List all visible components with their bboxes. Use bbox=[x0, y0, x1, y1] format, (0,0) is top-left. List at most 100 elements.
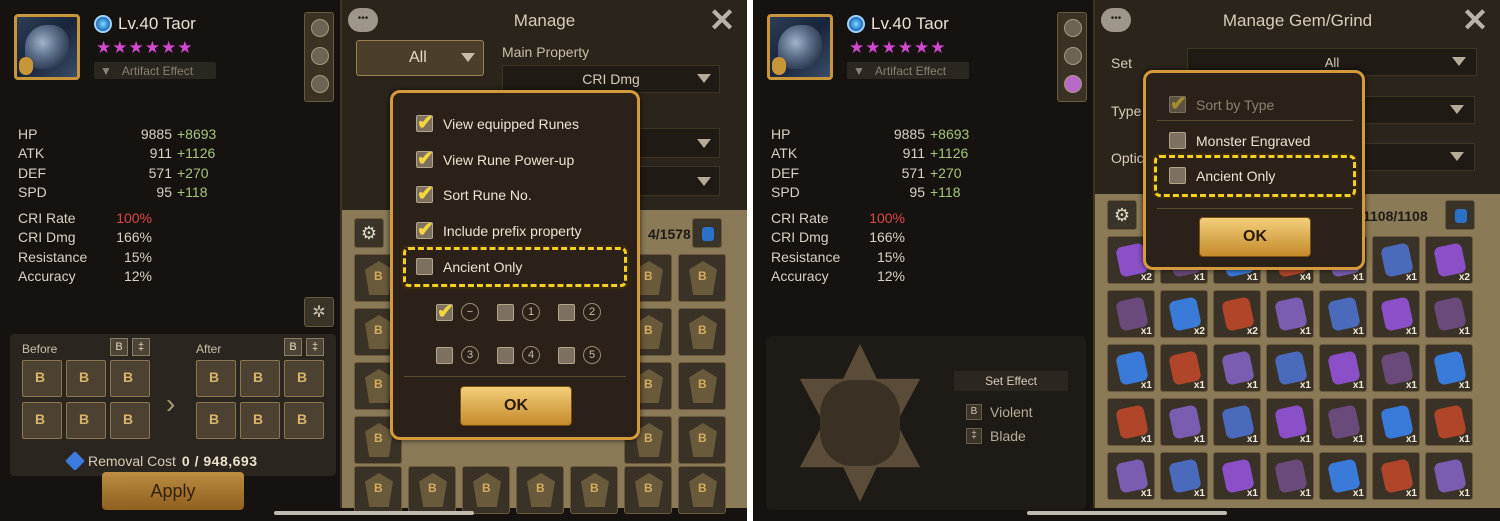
gem-tile[interactable]: x1 bbox=[1319, 398, 1367, 446]
rune-tile[interactable] bbox=[462, 466, 510, 514]
artifact-tab-icon[interactable] bbox=[311, 47, 329, 65]
rune-tab-icon[interactable] bbox=[1064, 19, 1082, 37]
artifact-tab-icon[interactable] bbox=[1064, 47, 1082, 65]
gem-tile[interactable]: x1 bbox=[1213, 452, 1261, 500]
after-rune-slot[interactable] bbox=[284, 402, 324, 439]
option-monster-engraved[interactable]: Monster Engraved bbox=[1169, 132, 1310, 149]
after-rune-slot[interactable] bbox=[240, 360, 280, 397]
checkbox[interactable] bbox=[558, 346, 575, 364]
gem-tile[interactable]: x1 bbox=[1160, 344, 1208, 392]
checkbox[interactable] bbox=[436, 299, 454, 324]
checkbox[interactable] bbox=[1169, 91, 1187, 116]
rune-filter-dropdown[interactable]: All bbox=[356, 40, 484, 76]
artifact-effect-button[interactable]: ▼ Artifact Effect bbox=[94, 62, 216, 79]
before-rune-slot[interactable] bbox=[22, 402, 62, 439]
gear-icon[interactable]: ⚙ bbox=[354, 218, 384, 248]
before-rune-slot[interactable] bbox=[66, 360, 106, 397]
rune-settings-gear-icon[interactable]: ✲ bbox=[304, 297, 334, 327]
checkbox[interactable] bbox=[497, 303, 514, 321]
before-rune-slot[interactable] bbox=[110, 360, 150, 397]
gem-tile[interactable]: x1 bbox=[1266, 398, 1314, 446]
checkbox[interactable] bbox=[1169, 132, 1186, 149]
gem-tile[interactable]: x1 bbox=[1319, 344, 1367, 392]
checkbox[interactable] bbox=[416, 258, 433, 275]
rune-tab-icon[interactable] bbox=[311, 19, 329, 37]
gem-tile[interactable]: x1 bbox=[1213, 344, 1261, 392]
rune-tile[interactable] bbox=[408, 466, 456, 514]
gem-tile[interactable]: x1 bbox=[1160, 452, 1208, 500]
close-icon[interactable]: ✕ bbox=[1459, 4, 1491, 36]
checkbox[interactable] bbox=[416, 110, 434, 135]
gem-tile[interactable]: x1 bbox=[1425, 344, 1473, 392]
chevron-down-icon: ▼ bbox=[100, 63, 112, 78]
rune-tile[interactable] bbox=[678, 362, 726, 410]
after-rune-slot[interactable] bbox=[284, 360, 324, 397]
before-rune-slot[interactable] bbox=[66, 402, 106, 439]
checkbox[interactable] bbox=[436, 346, 453, 364]
option-ancient-only[interactable]: Ancient Only bbox=[416, 258, 522, 275]
gem-tab-icon[interactable] bbox=[311, 75, 329, 93]
rune-tile[interactable] bbox=[354, 466, 402, 514]
rune-tile[interactable] bbox=[570, 466, 618, 514]
rune-tile[interactable] bbox=[678, 308, 726, 356]
gem-tab-icon[interactable] bbox=[1064, 75, 1082, 93]
option-include-prefix[interactable]: Include prefix property bbox=[416, 217, 582, 242]
bag-icon[interactable] bbox=[692, 218, 722, 248]
before-rune-slot[interactable] bbox=[22, 360, 62, 397]
gem-tile[interactable]: x1 bbox=[1213, 398, 1261, 446]
option-sort-by-type[interactable]: Sort by Type bbox=[1169, 91, 1274, 116]
monster-portrait[interactable] bbox=[14, 14, 80, 80]
option-sort-rune-no[interactable]: Sort Rune No. bbox=[416, 181, 532, 206]
option-view-equipped[interactable]: View equipped Runes bbox=[416, 110, 579, 135]
stat-bonus: +8693 bbox=[930, 125, 970, 142]
option-view-powerup[interactable]: View Rune Power-up bbox=[416, 146, 574, 171]
gem-tile[interactable]: x1 bbox=[1266, 344, 1314, 392]
gem-tile[interactable]: x1 bbox=[1160, 398, 1208, 446]
gear-icon[interactable]: ⚙ bbox=[1107, 200, 1137, 230]
rune-tile[interactable] bbox=[516, 466, 564, 514]
apply-button[interactable]: Apply bbox=[102, 472, 244, 510]
gem-tile[interactable]: x1 bbox=[1425, 290, 1473, 338]
checkbox[interactable] bbox=[416, 181, 434, 206]
after-rune-slot[interactable] bbox=[196, 360, 236, 397]
gem-tile[interactable]: x2 bbox=[1425, 236, 1473, 284]
rune-tile[interactable] bbox=[624, 466, 672, 514]
rune-tile[interactable] bbox=[678, 254, 726, 302]
checkbox[interactable] bbox=[497, 346, 514, 364]
monster-portrait[interactable] bbox=[767, 14, 833, 80]
gem-tile[interactable]: x1 bbox=[1107, 398, 1155, 446]
after-rune-slot[interactable] bbox=[196, 402, 236, 439]
checkbox[interactable] bbox=[416, 146, 434, 171]
gem-tile[interactable]: x1 bbox=[1107, 290, 1155, 338]
gem-tile[interactable]: x1 bbox=[1319, 452, 1367, 500]
gem-tile[interactable]: x2 bbox=[1160, 290, 1208, 338]
ok-button[interactable]: OK bbox=[460, 386, 572, 426]
gem-tile[interactable]: x1 bbox=[1425, 452, 1473, 500]
after-rune-slot[interactable] bbox=[240, 402, 280, 439]
gem-tile[interactable]: x2 bbox=[1213, 290, 1261, 338]
close-icon[interactable]: ✕ bbox=[706, 4, 738, 36]
checkbox[interactable] bbox=[558, 303, 575, 321]
gem-tile[interactable]: x1 bbox=[1372, 344, 1420, 392]
gem-tile[interactable]: x1 bbox=[1266, 290, 1314, 338]
rune-tile[interactable] bbox=[678, 416, 726, 464]
gem-tile[interactable]: x1 bbox=[1372, 398, 1420, 446]
gem-tile[interactable]: x1 bbox=[1372, 452, 1420, 500]
gem-tile[interactable]: x1 bbox=[1319, 290, 1367, 338]
stat-base: 571 bbox=[901, 164, 925, 181]
gem-tile[interactable]: x1 bbox=[1107, 452, 1155, 500]
rune-tile[interactable] bbox=[678, 466, 726, 514]
checkbox[interactable] bbox=[416, 217, 434, 242]
gem-tile[interactable]: x1 bbox=[1372, 290, 1420, 338]
gem-tile[interactable]: x1 bbox=[1425, 398, 1473, 446]
ok-button[interactable]: OK bbox=[1199, 217, 1311, 257]
checkbox[interactable] bbox=[1169, 167, 1186, 184]
bag-icon[interactable] bbox=[1445, 200, 1475, 230]
gem-tile[interactable]: x1 bbox=[1107, 344, 1155, 392]
option-ancient-only[interactable]: Ancient Only bbox=[1169, 167, 1275, 184]
before-rune-slot[interactable] bbox=[110, 402, 150, 439]
main-property-dropdown[interactable]: CRI Dmg bbox=[502, 65, 720, 93]
gem-tile[interactable]: x1 bbox=[1372, 236, 1420, 284]
artifact-effect-button[interactable]: ▼ Artifact Effect bbox=[847, 62, 969, 79]
gem-tile[interactable]: x1 bbox=[1266, 452, 1314, 500]
